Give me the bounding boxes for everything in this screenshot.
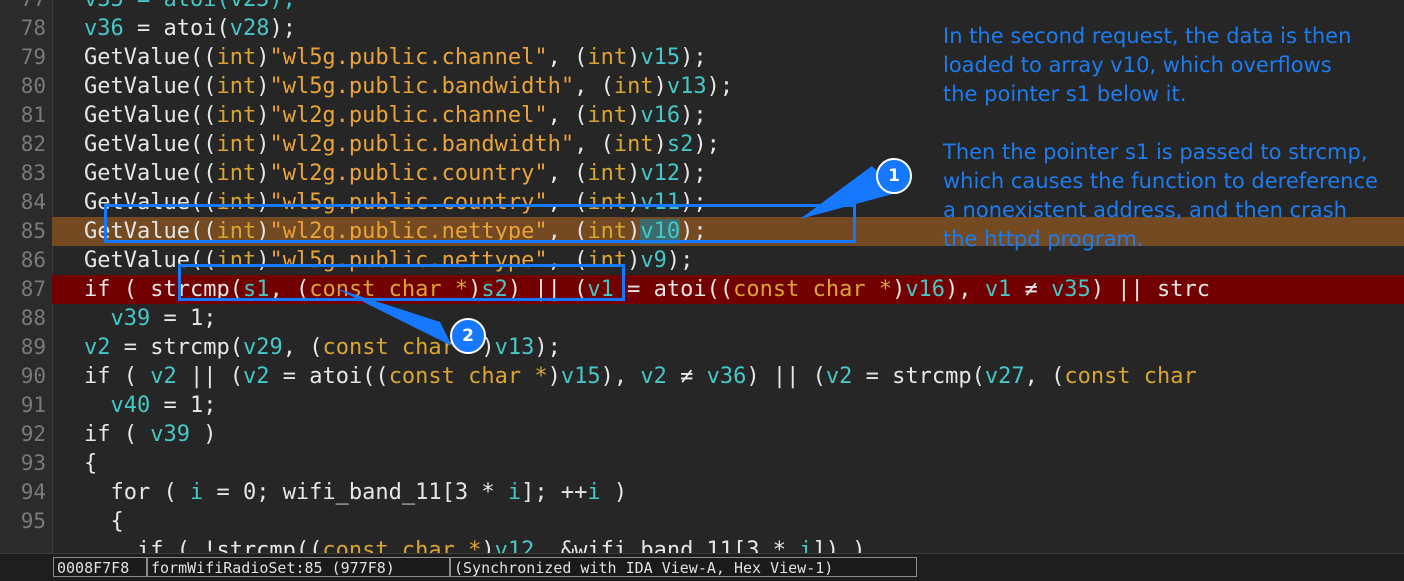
highlight-box-line-85 [104, 204, 856, 243]
status-address: 0008F7F8 [53, 557, 147, 577]
status-sync-info: (Synchronized with IDA View-A, Hex View-… [450, 557, 917, 577]
callout-badge-2: 2 [450, 318, 486, 354]
highlight-box-strcmp-call [178, 264, 625, 301]
status-bar: 0008F7F8 formWifiRadioSet:85 (977F8) (Sy… [0, 553, 1404, 581]
callout-badge-1: 1 [876, 158, 912, 194]
status-location: formWifiRadioSet:85 (977F8) [147, 557, 450, 577]
pseudocode-view[interactable]: 77v35 = atoi(v25);78v36 = atoi(v28);79Ge… [0, 0, 1404, 553]
